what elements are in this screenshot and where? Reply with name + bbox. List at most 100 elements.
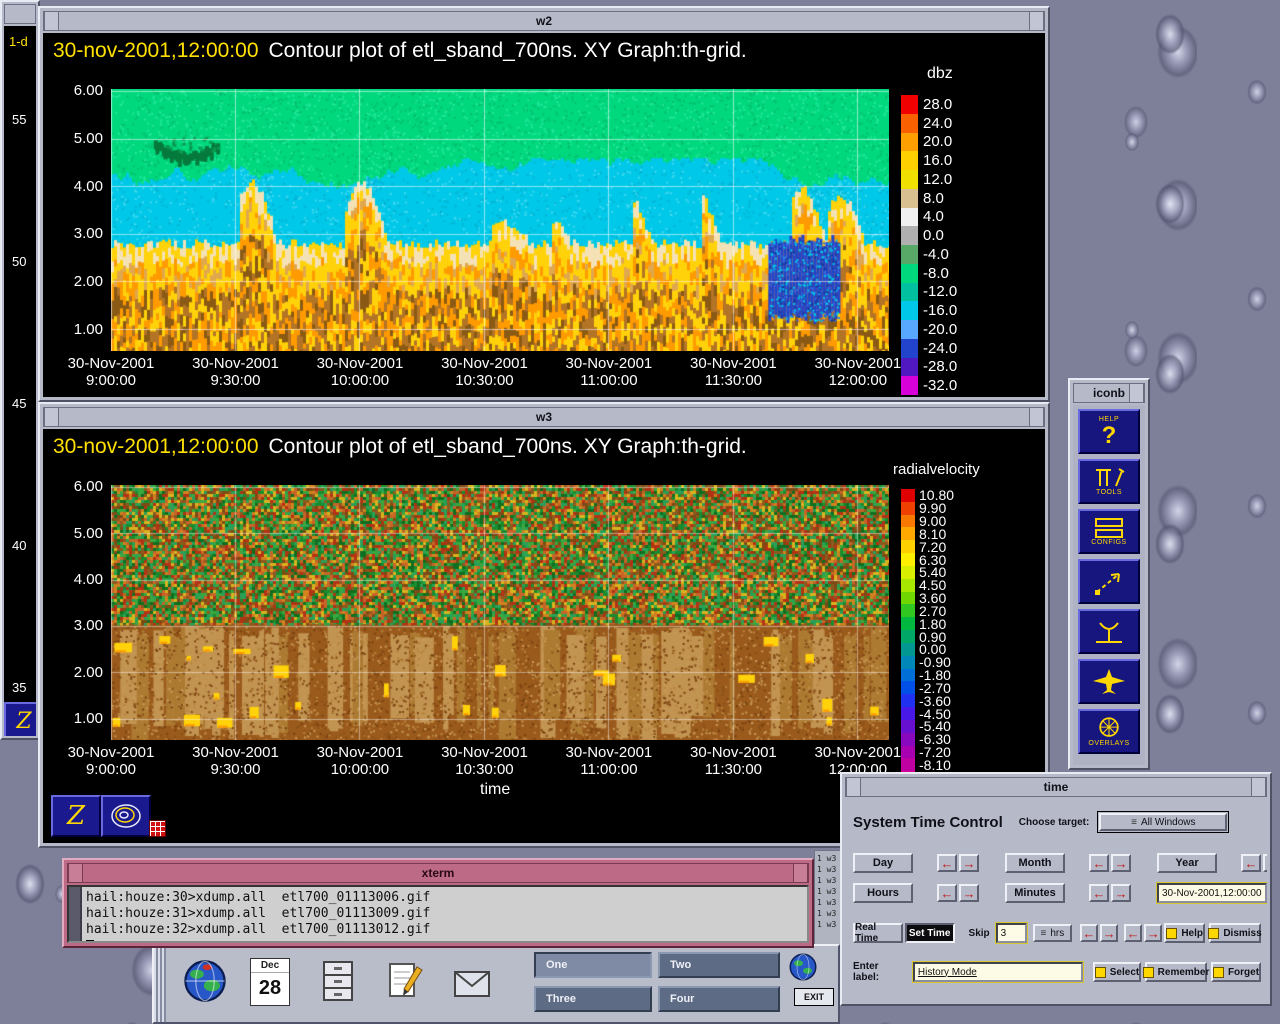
scale-tick-label: 35	[12, 680, 26, 695]
set-time-button[interactable]: Set Time	[905, 923, 955, 943]
select-button[interactable]: Select	[1093, 962, 1141, 982]
resize-handle-icon[interactable]	[1129, 384, 1144, 402]
window-w3-titlebar[interactable]: w3	[43, 407, 1045, 427]
configs-icon	[1092, 517, 1126, 539]
spinner-hours-button[interactable]: Hours	[853, 883, 913, 903]
real-time-button[interactable]: Real Time	[853, 923, 903, 943]
spinner-hours-decrement-button[interactable]: ←	[937, 884, 957, 902]
terminal-scrollbar[interactable]	[69, 887, 82, 941]
app-icon	[1208, 928, 1219, 939]
colorbar-cell	[901, 245, 918, 264]
scale-label: 1-d	[9, 34, 28, 49]
x-tick-date: 30-Nov-2001	[54, 355, 168, 372]
mail-launcher[interactable]	[450, 958, 496, 1006]
tools-button[interactable]: TOOLS	[1078, 459, 1140, 504]
window-1d-titlebar[interactable]	[4, 4, 36, 24]
resize-handle-icon[interactable]	[1029, 12, 1044, 30]
aircraft-button[interactable]	[1078, 659, 1140, 704]
zeb-logo-icon[interactable]: Z	[4, 702, 36, 736]
workspace-button-two[interactable]: Two	[658, 952, 780, 978]
grid-tool-icon[interactable]	[149, 820, 166, 837]
colorbar-cell	[901, 566, 915, 579]
resize-handle-icon[interactable]	[68, 864, 83, 882]
colorbar	[901, 489, 915, 797]
network-globe-launcher[interactable]	[788, 952, 818, 982]
beam-pointing-button[interactable]	[1078, 559, 1140, 604]
spinner-year-button[interactable]: Year	[1157, 853, 1217, 873]
resize-handle-icon[interactable]	[846, 778, 861, 796]
plot-title-text: Contour plot of etl_sband_700ns. XY Grap…	[269, 435, 747, 458]
choose-target-dropdown[interactable]: ≡ All Windows	[1099, 813, 1227, 831]
dismiss-button[interactable]: Dismiss	[1209, 923, 1261, 943]
help-button[interactable]: Help	[1164, 923, 1205, 943]
colorbar-cell	[901, 208, 918, 227]
step-forward-button[interactable]: →	[1144, 924, 1162, 942]
window-iconbox-titlebar[interactable]: iconb	[1073, 383, 1145, 403]
x-tick-time: 10:30:00	[427, 761, 541, 778]
globe-launcher[interactable]	[182, 958, 228, 1004]
x-tick-date: 30-Nov-2001	[178, 744, 292, 761]
colorbar-cell	[901, 720, 915, 733]
exit-button[interactable]: EXIT	[794, 988, 834, 1006]
terminal-cursor[interactable]	[86, 940, 94, 943]
terminal-content[interactable]: hail:houze:30>xdump.all etl700_01113006.…	[67, 885, 809, 943]
spinner-year-decrement-button[interactable]: ←	[1241, 854, 1261, 872]
notepad-pencil-icon	[382, 958, 428, 1006]
workspace-button-three[interactable]: Three	[534, 986, 652, 1012]
workspace-button-four[interactable]: Four	[658, 986, 780, 1012]
spinner-month-decrement-button[interactable]: ←	[1089, 854, 1109, 872]
window-w2-titlebar[interactable]: w2	[43, 11, 1045, 31]
datetime-field[interactable]: 30-Nov-2001,12:00:00	[1157, 883, 1267, 903]
remember-button[interactable]: Remember	[1145, 962, 1207, 982]
resize-handle-icon[interactable]	[1251, 778, 1266, 796]
x-tick-time: 11:30:00	[676, 372, 790, 389]
spinner-year: Year ←→	[1157, 853, 1267, 873]
skip-back-button[interactable]: ←	[1080, 924, 1098, 942]
step-back-button[interactable]: ←	[1124, 924, 1142, 942]
forget-button[interactable]: Forget	[1211, 962, 1261, 982]
colorbar-cell	[901, 339, 918, 358]
skip-value-field[interactable]: 3	[996, 923, 1027, 943]
x-tick-time: 9:30:00	[178, 372, 292, 389]
spinner-month-button[interactable]: Month	[1005, 853, 1065, 873]
overlays-button[interactable]: OVERLAYS	[1078, 709, 1140, 754]
y-axis-tick-label: 4.00	[47, 571, 103, 588]
skip-unit-dropdown[interactable]: ≡ hrs	[1033, 924, 1072, 942]
spinner-day-increment-button[interactable]: →	[959, 854, 979, 872]
spinner-day-button[interactable]: Day	[853, 853, 913, 873]
spinner-minutes-button[interactable]: Minutes	[1005, 883, 1065, 903]
help-button[interactable]: HELP ?	[1078, 409, 1140, 454]
spinner-minutes-decrement-button[interactable]: ←	[1089, 884, 1109, 902]
label-field[interactable]: History Mode	[913, 962, 1083, 982]
spinner-year-increment-button[interactable]: →	[1263, 854, 1267, 872]
select-label: Select	[1110, 967, 1139, 978]
spinner-minutes-increment-button[interactable]: →	[1111, 884, 1131, 902]
skip-forward-button[interactable]: →	[1100, 924, 1118, 942]
contour-tool-button[interactable]	[101, 795, 151, 837]
notes-launcher[interactable]	[382, 958, 428, 1006]
x-tick-date: 30-Nov-2001	[54, 744, 168, 761]
configs-button[interactable]: CONFIGS	[1078, 509, 1140, 554]
file-manager-launcher[interactable]	[316, 958, 360, 1006]
spinner-month-increment-button[interactable]: →	[1111, 854, 1131, 872]
plot-timestamp: 30-nov-2001,12:00:00	[53, 435, 259, 458]
spinner-day-decrement-button[interactable]: ←	[937, 854, 957, 872]
workspace-switcher: OneTwoThreeFour	[534, 952, 780, 1012]
spinner-hours-increment-button[interactable]: →	[959, 884, 979, 902]
resize-handle-icon[interactable]	[44, 12, 59, 30]
resize-handle-icon[interactable]	[793, 864, 808, 882]
antenna-profile-button[interactable]	[1078, 609, 1140, 654]
colorbar-cell	[901, 604, 915, 617]
calendar-launcher[interactable]: Dec 28	[250, 958, 290, 1006]
x-axis-labels: 30-Nov-20019:00:0030-Nov-20019:30:0030-N…	[43, 355, 901, 395]
window-time-titlebar[interactable]: time	[845, 777, 1267, 797]
colorbar-cell	[901, 376, 918, 395]
workspace-button-one[interactable]: One	[534, 952, 652, 978]
colorbar-cell	[901, 226, 918, 245]
zeb-logo-button[interactable]: Z	[51, 795, 101, 837]
window-xterm-titlebar[interactable]: xterm	[67, 863, 809, 883]
resize-handle-icon[interactable]	[1029, 408, 1044, 426]
panel-handle[interactable]	[154, 946, 166, 1022]
resize-handle-icon[interactable]	[44, 408, 59, 426]
spinner-month: Month ←→	[1005, 853, 1133, 873]
